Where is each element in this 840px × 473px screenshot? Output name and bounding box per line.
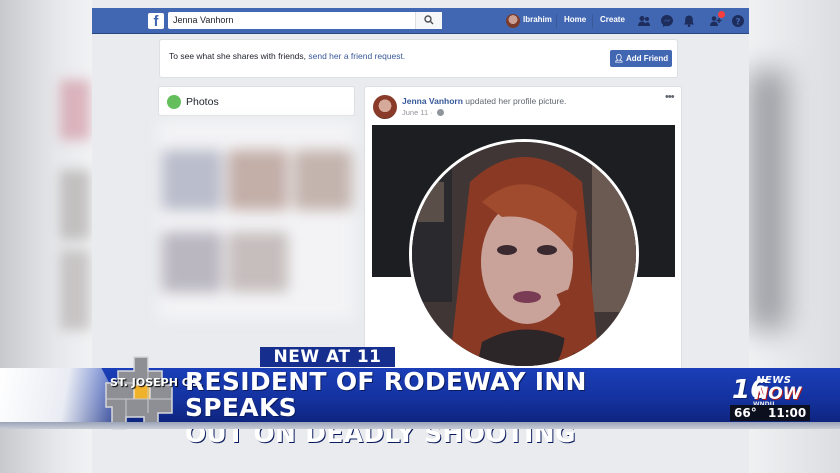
time-readout: 11:00: [768, 406, 807, 420]
nav-home-link[interactable]: Home: [564, 15, 586, 24]
add-friend-button[interactable]: 👤︎ Add Friend: [610, 50, 672, 67]
user-avatar[interactable]: [506, 14, 520, 28]
search-input[interactable]: Jenna Vanhorn: [168, 12, 442, 29]
send-friend-request-link[interactable]: send her a friend request.: [308, 51, 405, 61]
post-options-button[interactable]: •••: [665, 91, 675, 103]
photos-icon: [167, 95, 181, 109]
headline: RESIDENT OF RODEWAY INN SPEAKS OUT ON DE…: [185, 369, 705, 447]
headline-line-1: RESIDENT OF RODEWAY INN SPEAKS: [185, 367, 587, 422]
friend-prompt-text: To see what she shares with friends, sen…: [169, 51, 405, 61]
photos-title: Photos: [186, 96, 219, 108]
svg-text:?: ?: [735, 18, 740, 28]
add-friend-icon: 👤︎: [613, 54, 624, 63]
station-logo: 16 NEWS NOW WNDU 66° 11:00: [722, 375, 822, 421]
nav-user-name[interactable]: Ibrahim: [523, 15, 552, 24]
post-date-text: June 11 ·: [402, 108, 435, 117]
post-photo[interactable]: [372, 125, 675, 375]
post-author-name[interactable]: Jenna Vanhorn: [402, 96, 463, 106]
notifications-bell-icon[interactable]: [682, 14, 696, 28]
friend-requests-icon[interactable]: [637, 14, 651, 28]
nav-divider: [556, 14, 557, 28]
search-icon: [424, 15, 434, 25]
public-globe-icon: [436, 109, 444, 116]
post-header: Jenna Vanhorn updated her profile pictur…: [402, 96, 566, 106]
friend-request-prompt: To see what she shares with friends, sen…: [159, 39, 678, 78]
county-map-icon: [105, 356, 173, 430]
profile-picture-post: Jenna Vanhorn updated her profile pictur…: [364, 86, 682, 376]
search-button[interactable]: [415, 12, 442, 29]
photos-section-header[interactable]: Photos: [158, 86, 355, 116]
friend-prompt-label: To see what she shares with friends,: [169, 51, 309, 61]
profile-picture-image: [409, 139, 639, 369]
post-action-text: updated her profile picture.: [462, 96, 567, 106]
temperature-readout: 66°: [734, 406, 757, 420]
help-question-icon[interactable]: ?: [731, 14, 745, 28]
new-at-11-tag: NEW AT 11: [260, 347, 395, 367]
lower-third-bottom-edge: [0, 422, 840, 429]
nav-create-link[interactable]: Create: [600, 15, 625, 24]
facebook-top-bar: f Jenna Vanhorn Ibrahim Home Create ?: [92, 8, 749, 34]
post-author-avatar[interactable]: [373, 95, 397, 119]
post-timestamp[interactable]: June 11 ·: [402, 108, 444, 117]
nav-divider: [592, 14, 593, 28]
photos-grid-blurred: [158, 120, 355, 320]
facebook-logo-icon[interactable]: f: [148, 13, 164, 29]
add-friend-label: Add Friend: [625, 54, 669, 63]
notification-badge: [718, 11, 725, 18]
messenger-icon[interactable]: [660, 14, 674, 28]
